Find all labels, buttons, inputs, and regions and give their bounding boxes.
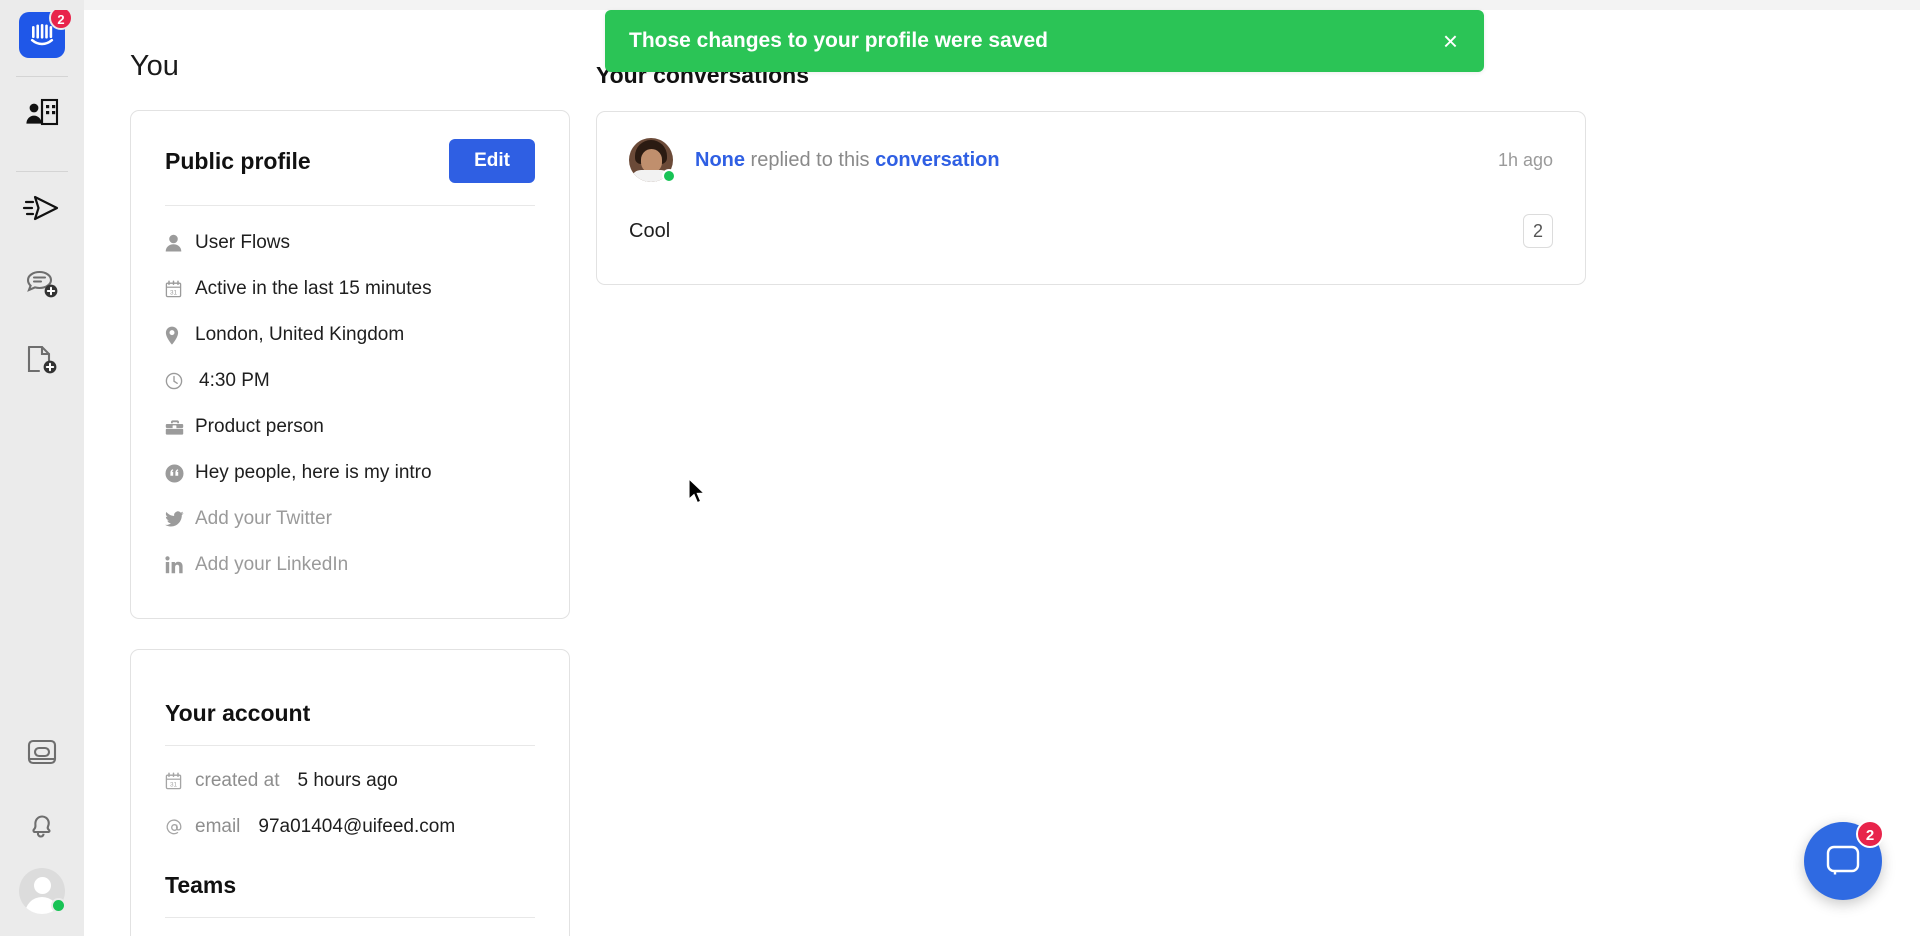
paper-plane-icon (22, 191, 62, 230)
profile-row-active: 31 Active in the last 15 minutes (165, 266, 535, 312)
success-toast: Those changes to your profile were saved… (605, 10, 1484, 72)
profile-row-twitter-text: Add your Twitter (195, 508, 332, 529)
public-profile-title: Public profile (165, 147, 311, 174)
public-profile-card: Public profile Edit User Flows 31 Active… (130, 110, 570, 619)
conversation-message: Cool (629, 219, 671, 242)
sidebar-item-messenger[interactable] (0, 716, 84, 792)
status-indicator-online (51, 898, 66, 913)
linkedin-icon (165, 556, 195, 574)
your-account-title: Your account (165, 678, 535, 746)
mouse-cursor (688, 477, 708, 511)
messenger-launcher[interactable]: 2 (1804, 820, 1884, 900)
profile-row-location: London, United Kingdom (165, 312, 535, 358)
profile-row-intro: Hey people, here is my intro (165, 450, 535, 496)
twitter-icon (165, 511, 195, 527)
conversation-status-online (662, 169, 676, 183)
conversation-header: None replied to this conversation 1h ago (629, 112, 1553, 183)
toast-message: Those changes to your profile were saved (629, 29, 1048, 52)
profile-row-time-text: 4:30 PM (199, 370, 270, 391)
page-title: You (130, 50, 179, 82)
account-row-created: 31 created at 5 hours ago (165, 758, 535, 804)
contacts-icon (23, 96, 61, 135)
edit-button[interactable]: Edit (449, 139, 535, 183)
calendar-icon: 31 (165, 280, 195, 298)
sidebar-item-inbox[interactable] (0, 248, 84, 324)
account-row-email-key: email (195, 816, 241, 837)
your-account-card: Your account 31 created at 5 hours ago e… (130, 649, 570, 936)
conversation-summary-middle: replied to this (745, 149, 876, 171)
account-row-email-value: 97a01404@uifeed.com (258, 816, 456, 837)
profile-row-linkedin-text: Add your LinkedIn (195, 554, 349, 575)
app-root: 2 You Public profile Edit User Flows 31 … (0, 0, 1920, 936)
quote-icon (165, 464, 195, 483)
primary-sidebar: 2 (0, 0, 84, 936)
messenger-launcher-icon (1826, 845, 1860, 875)
conversation-reply-count: 2 (1522, 214, 1553, 248)
svg-text:31: 31 (170, 289, 178, 296)
conversation-card[interactable]: None replied to this conversation 1h ago… (596, 111, 1586, 285)
intercom-logo-wrap[interactable]: 2 (19, 6, 73, 58)
profile-row-active-text: Active in the last 15 minutes (195, 278, 432, 299)
calendar-icon: 31 (165, 772, 195, 790)
your-account-rows: 31 created at 5 hours ago email 97a01404… (165, 746, 535, 850)
profile-row-time: 4:30 PM (165, 358, 535, 404)
location-pin-icon (165, 326, 195, 345)
messenger-launcher-badge: 2 (1856, 820, 1884, 848)
teams-title: Teams (165, 850, 535, 918)
sidebar-top-strip (0, 0, 84, 10)
page-top-strip (84, 0, 1920, 10)
messenger-icon (25, 737, 59, 772)
profile-row-job: Product person (165, 404, 535, 450)
avatar[interactable] (19, 868, 66, 914)
briefcase-icon (165, 419, 195, 436)
conversation-summary: None replied to this conversation (695, 138, 1000, 182)
public-profile-header: Public profile Edit (165, 139, 535, 206)
add-conversation-icon (23, 267, 61, 306)
sidebar-item-notifications[interactable] (0, 792, 84, 868)
profile-row-name: User Flows (165, 220, 535, 266)
close-icon[interactable]: × (1443, 28, 1458, 54)
conversation-link[interactable]: conversation (875, 149, 999, 171)
person-icon (165, 234, 195, 252)
clock-icon (165, 372, 195, 390)
account-row-created-value: 5 hours ago (297, 770, 398, 791)
conversations-column: Your conversations None replied to this … (596, 62, 1586, 285)
profile-row-intro-text: Hey people, here is my intro (195, 462, 432, 483)
profile-column: Public profile Edit User Flows 31 Active… (130, 110, 570, 936)
at-icon (165, 818, 195, 837)
sidebar-item-outbound[interactable] (0, 172, 84, 248)
profile-row-location-text: London, United Kingdom (195, 324, 405, 345)
conversation-timestamp: 1h ago (1497, 150, 1553, 170)
sidebar-item-contacts[interactable] (0, 77, 84, 153)
conversation-body: Cool 2 (629, 182, 1553, 284)
profile-row-twitter[interactable]: Add your Twitter (165, 496, 535, 542)
account-row-created-key: created at (195, 770, 280, 791)
profile-row-linkedin[interactable]: Add your LinkedIn (165, 542, 535, 588)
account-row-email: email 97a01404@uifeed.com (165, 804, 535, 850)
sidebar-item-articles[interactable] (0, 324, 84, 400)
svg-text:31: 31 (170, 781, 178, 788)
public-profile-rows: User Flows 31 Active in the last 15 minu… (165, 206, 535, 588)
conversation-avatar (629, 138, 676, 183)
profile-row-job-text: Product person (195, 416, 324, 437)
bell-icon (26, 812, 58, 849)
profile-row-name-text: User Flows (195, 232, 291, 253)
add-article-icon (23, 343, 61, 382)
main-content: You Public profile Edit User Flows 31 Ac… (84, 0, 1920, 936)
conversation-author-link[interactable]: None (695, 149, 745, 171)
